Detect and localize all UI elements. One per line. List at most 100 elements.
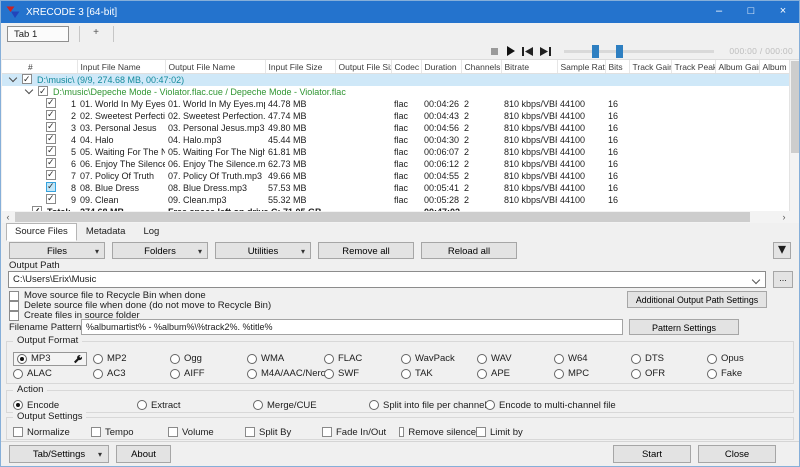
filename-pattern-input[interactable]: %albumartist% - %album%\%track2%. %title… [81,319,623,335]
close-button-bottom[interactable]: Close [698,445,776,463]
about-button[interactable]: About [116,445,171,463]
radio-button[interactable] [707,354,717,364]
radio-aiff[interactable]: AIFF [170,368,247,379]
radio-m4a-aac-nero[interactable]: M4A/AAC/Nero [247,368,324,379]
checkbox-item-split-by[interactable]: Split By [245,427,322,438]
radio-button[interactable] [631,369,641,379]
radio-button[interactable] [554,354,564,364]
vertical-scrollbar-thumb[interactable] [791,61,799,153]
column-header-track-gain[interactable]: Track Gain [629,60,671,74]
start-button[interactable]: Start [613,445,691,463]
radio-encode-to-multi-channel-file[interactable]: Encode to multi-channel file [485,400,793,411]
radio-extract[interactable]: Extract [137,400,253,411]
radio-button[interactable] [631,354,641,364]
radio-button[interactable] [13,400,23,410]
radio-button[interactable] [253,400,263,410]
radio-button[interactable] [93,354,103,364]
horizontal-scrollbar-thumb[interactable] [15,212,750,222]
column-header-album-gain[interactable]: Album Gain [715,60,759,74]
checkbox-create-files-in-source-folder[interactable] [9,311,19,321]
group-row[interactable]: D:\music\Depeche Mode - Violator.flac.cu… [2,86,791,98]
track-checkbox[interactable] [46,134,56,144]
column-header-bits[interactable]: Bits [605,60,629,74]
checkbox-item-tempo[interactable]: Tempo [91,427,168,438]
column-header-track-peak[interactable]: Track Peak [671,60,715,74]
radio-button[interactable] [93,369,103,379]
previous-track-icon[interactable] [522,47,533,56]
radio-button[interactable] [401,369,411,379]
radio-wma[interactable]: WMA [247,353,324,364]
radio-swf[interactable]: SWF [324,368,401,379]
checkbox-limit-by[interactable] [476,427,486,437]
output-path-combobox[interactable]: C:\Users\Erix\Music [8,271,766,288]
toolbar-button-remove-all[interactable]: Remove all [318,242,414,259]
track-row[interactable]: 909. Clean09. Clean.mp355.32 MBflac00:05… [2,194,791,206]
radio-button[interactable] [324,369,334,379]
column-header-input-file-size[interactable]: Input File Size [265,60,335,74]
toolbar-button-folders[interactable]: Folders▾ [112,242,208,259]
track-checkbox[interactable] [46,98,56,108]
track-row[interactable]: 101. World In My Eyes01. World In My Eye… [2,98,791,110]
radio-wav[interactable]: WAV [477,353,554,364]
radio-encode[interactable]: Encode [13,400,137,411]
radio-ape[interactable]: APE [477,368,554,379]
column-header-sample-rate[interactable]: Sample Rate [557,60,605,74]
track-checkbox[interactable] [46,182,56,192]
chevron-down-icon[interactable] [752,276,760,284]
column-header-output-file-size[interactable]: Output File Size [335,60,391,74]
collapse-chevron-icon[interactable] [9,74,17,82]
track-row[interactable]: 606. Enjoy The Silence06. Enjoy The Sile… [2,158,791,170]
pattern-settings-button[interactable]: Pattern Settings [629,319,739,335]
track-checkbox[interactable] [46,158,56,168]
toolbar-overflow-dropdown[interactable]: ▾ [773,242,791,259]
tab-1[interactable]: Tab 1 [7,26,69,42]
minimize-button[interactable]: – [703,1,735,23]
radio-mp2[interactable]: MP2 [93,353,170,364]
wrench-icon[interactable] [73,354,83,364]
radio-mp3[interactable]: MP3 [13,352,93,366]
radio-ac3[interactable]: AC3 [93,368,170,379]
radio-button[interactable] [137,400,147,410]
track-checkbox[interactable] [46,110,56,120]
checkbox-split-by[interactable] [245,427,255,437]
collapse-chevron-icon[interactable] [25,86,33,94]
group-row[interactable]: D:\music\ (9/9, 274.68 MB, 00:47:02) [2,74,791,87]
checkbox-delete-source-file-when-done-do-not-move-to-recycle-bin[interactable] [9,301,19,311]
next-track-icon[interactable] [540,47,551,56]
checkbox-volume[interactable] [168,427,178,437]
radio-button[interactable] [324,354,334,364]
radio-button[interactable] [707,369,717,379]
radio-button[interactable] [369,400,379,410]
column-header-input-file-name[interactable]: Input File Name [77,60,165,74]
group-checkbox[interactable] [22,74,32,84]
seek-slider[interactable] [564,50,714,53]
track-row[interactable]: 505. Waiting For The Night05. Waiting Fo… [2,146,791,158]
radio-tak[interactable]: TAK [401,368,477,379]
checkbox-tempo[interactable] [91,427,101,437]
slider-handle[interactable] [592,45,599,58]
radio-alac[interactable]: ALAC [13,368,93,379]
track-row[interactable]: 707. Policy Of Truth07. Policy Of Truth.… [2,170,791,182]
radio-button[interactable] [554,369,564,379]
track-checkbox[interactable] [46,146,56,156]
radio-dts[interactable]: DTS [631,353,707,364]
radio-split-into-file-per-channel[interactable]: Split into file per channel [369,400,485,411]
checkbox-item-limit-by[interactable]: Limit by [476,427,793,438]
track-row[interactable]: 202. Sweetest Perfection02. Sweetest Per… [2,110,791,122]
radio-button[interactable] [401,354,411,364]
track-checkbox[interactable] [46,122,56,132]
add-tab-button[interactable]: + [87,27,105,38]
radio-button[interactable] [13,369,23,379]
column-header-codec[interactable]: Codec [391,60,421,74]
column-header-channels[interactable]: Channels [461,60,501,74]
tab-settings-button[interactable]: Tab/Settings▾ [9,445,109,463]
radio-button[interactable] [247,369,257,379]
radio-button[interactable] [485,400,495,410]
group-checkbox[interactable] [38,86,48,96]
vertical-scrollbar[interactable] [789,60,800,211]
radio-fake[interactable]: Fake [707,368,793,379]
radio-ofr[interactable]: OFR [631,368,707,379]
radio-mpc[interactable]: MPC [554,368,631,379]
additional-output-path-settings-button[interactable]: Additional Output Path Settings [627,291,767,308]
radio-button[interactable] [17,354,27,364]
